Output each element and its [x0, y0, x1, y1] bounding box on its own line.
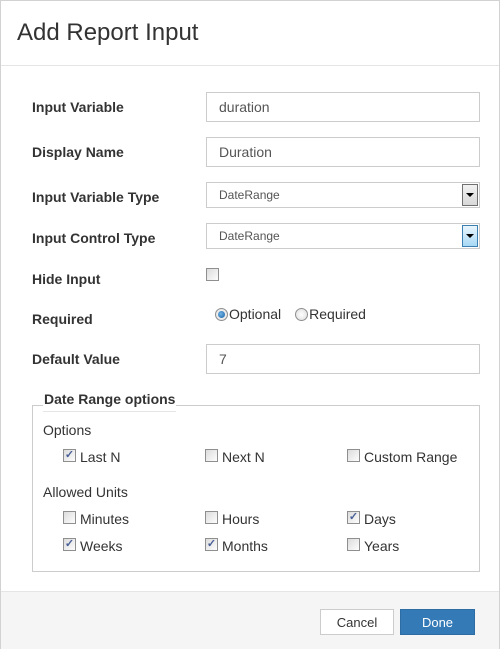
check-icon: ✓ [64, 449, 75, 461]
input-variable-field[interactable] [206, 92, 480, 122]
years-checkbox[interactable] [347, 538, 360, 551]
custom-range-checkbox[interactable] [347, 449, 360, 462]
custom-range-label[interactable]: Custom Range [364, 449, 457, 465]
hide-input-checkbox[interactable] [206, 268, 219, 281]
days-label[interactable]: Days [364, 511, 396, 527]
allowed-units-label: Allowed Units [43, 484, 128, 500]
add-report-input-dialog: Add Report Input Input Variable Display … [0, 0, 500, 649]
next-n-checkbox[interactable] [205, 449, 218, 462]
dropdown-arrow-icon[interactable] [462, 184, 478, 206]
cancel-button[interactable]: Cancel [320, 609, 394, 635]
input-control-type-label: Input Control Type [32, 230, 156, 246]
check-icon: ✓ [206, 538, 217, 550]
required-radio-label[interactable]: Required [309, 306, 366, 322]
years-label[interactable]: Years [364, 538, 399, 554]
required-label: Required [32, 311, 93, 327]
check-icon: ✓ [348, 511, 359, 523]
input-variable-type-select[interactable]: DateRange [206, 182, 480, 208]
last-n-label[interactable]: Last N [80, 449, 120, 465]
input-control-type-value: DateRange [219, 229, 280, 243]
months-checkbox[interactable]: ✓ [205, 538, 218, 551]
display-name-field[interactable] [206, 137, 480, 167]
months-label[interactable]: Months [222, 538, 268, 554]
input-variable-label: Input Variable [32, 99, 124, 115]
weeks-label[interactable]: Weeks [80, 538, 123, 554]
dropdown-arrow-icon[interactable] [462, 225, 478, 247]
input-variable-type-value: DateRange [219, 188, 280, 202]
hours-label[interactable]: Hours [222, 511, 259, 527]
hide-input-label: Hide Input [32, 271, 101, 287]
date-range-options-legend: Date Range options [43, 391, 177, 412]
dialog-title: Add Report Input [17, 19, 199, 46]
weeks-checkbox[interactable]: ✓ [63, 538, 76, 551]
options-label: Options [43, 422, 92, 438]
check-icon: ✓ [64, 538, 75, 550]
required-radio-group: Optional Required [215, 306, 366, 322]
days-checkbox[interactable]: ✓ [347, 511, 360, 524]
done-button[interactable]: Done [400, 609, 475, 635]
last-n-checkbox[interactable]: ✓ [63, 449, 76, 462]
next-n-label[interactable]: Next N [222, 449, 265, 465]
optional-radio[interactable] [215, 307, 228, 321]
dialog-header: Add Report Input [1, 1, 499, 66]
default-value-field[interactable] [206, 344, 480, 374]
display-name-label: Display Name [32, 144, 124, 160]
hours-checkbox[interactable] [205, 511, 218, 524]
input-variable-type-label: Input Variable Type [32, 189, 160, 205]
minutes-label[interactable]: Minutes [80, 511, 129, 527]
optional-radio-label[interactable]: Optional [229, 306, 281, 322]
minutes-checkbox[interactable] [63, 511, 76, 524]
input-control-type-select[interactable]: DateRange [206, 223, 480, 249]
required-radio[interactable] [295, 307, 309, 321]
dialog-footer: Cancel Done [1, 591, 499, 649]
default-value-label: Default Value [32, 351, 120, 367]
